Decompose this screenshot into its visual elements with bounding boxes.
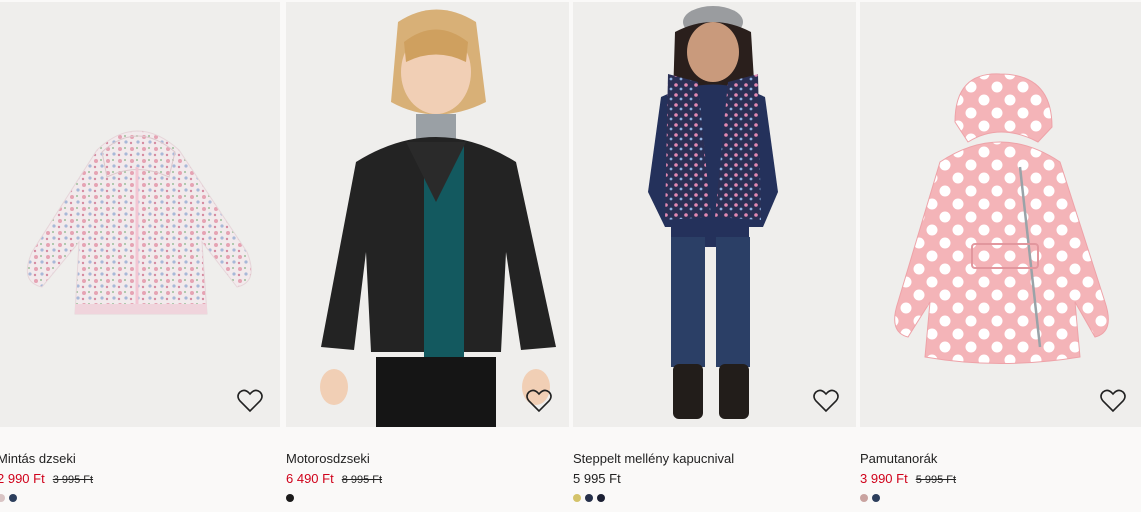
product-card[interactable]: Pamutanorák 3 990 Ft 5 995 Ft [860, 0, 1141, 512]
product-name[interactable]: Mintás dzseki [0, 451, 76, 466]
current-price: 6 490 Ft [286, 471, 334, 486]
color-swatches [573, 494, 605, 502]
product-name[interactable]: Steppelt mellény kapucnival [573, 451, 734, 466]
color-swatch[interactable] [872, 494, 880, 502]
color-swatch[interactable] [860, 494, 868, 502]
color-swatch[interactable] [597, 494, 605, 502]
old-price: 3 995 Ft [52, 474, 94, 486]
old-price: 5 995 Ft [915, 474, 957, 486]
product-image-floral-jacket[interactable] [0, 2, 280, 427]
color-swatches [0, 494, 17, 502]
favorite-heart-icon[interactable] [812, 387, 840, 415]
floral-jacket-illustration [26, 130, 252, 315]
product-image-biker-jacket[interactable] [286, 2, 569, 427]
color-swatch[interactable] [286, 494, 294, 502]
favorite-heart-icon[interactable] [525, 387, 553, 415]
girl-quilted-vest-illustration [648, 6, 778, 419]
old-price: 8 995 Ft [341, 474, 383, 486]
color-swatch[interactable] [9, 494, 17, 502]
product-card[interactable]: Motorosdzseki 6 490 Ft 8 995 Ft [286, 0, 569, 512]
price-row: 3 990 Ft 5 995 Ft [860, 471, 956, 486]
product-image-polka-dot-anorak[interactable] [860, 2, 1141, 427]
current-price: 5 995 Ft [573, 471, 621, 486]
color-swatch[interactable] [573, 494, 581, 502]
current-price: 3 990 Ft [860, 471, 908, 486]
price-row: 5 995 Ft [573, 471, 621, 486]
product-card[interactable]: Steppelt mellény kapucnival 5 995 Ft [573, 0, 856, 512]
color-swatch[interactable] [0, 494, 5, 502]
product-card[interactable]: Mintás dzseki 2 990 Ft 3 995 Ft [0, 0, 280, 512]
favorite-heart-icon[interactable] [1099, 387, 1127, 415]
product-grid: Mintás dzseki 2 990 Ft 3 995 Ft Motorosd… [0, 0, 1141, 512]
product-name[interactable]: Pamutanorák [860, 451, 937, 466]
boy-biker-jacket-illustration [320, 9, 556, 427]
color-swatch[interactable] [585, 494, 593, 502]
polka-dot-anorak-illustration [894, 73, 1109, 364]
color-swatches [860, 494, 880, 502]
favorite-heart-icon[interactable] [236, 387, 264, 415]
price-row: 6 490 Ft 8 995 Ft [286, 471, 382, 486]
color-swatches [286, 494, 294, 502]
product-image-quilted-vest[interactable] [573, 2, 856, 427]
price-row: 2 990 Ft 3 995 Ft [0, 471, 93, 486]
product-name[interactable]: Motorosdzseki [286, 451, 370, 466]
current-price: 2 990 Ft [0, 471, 45, 486]
